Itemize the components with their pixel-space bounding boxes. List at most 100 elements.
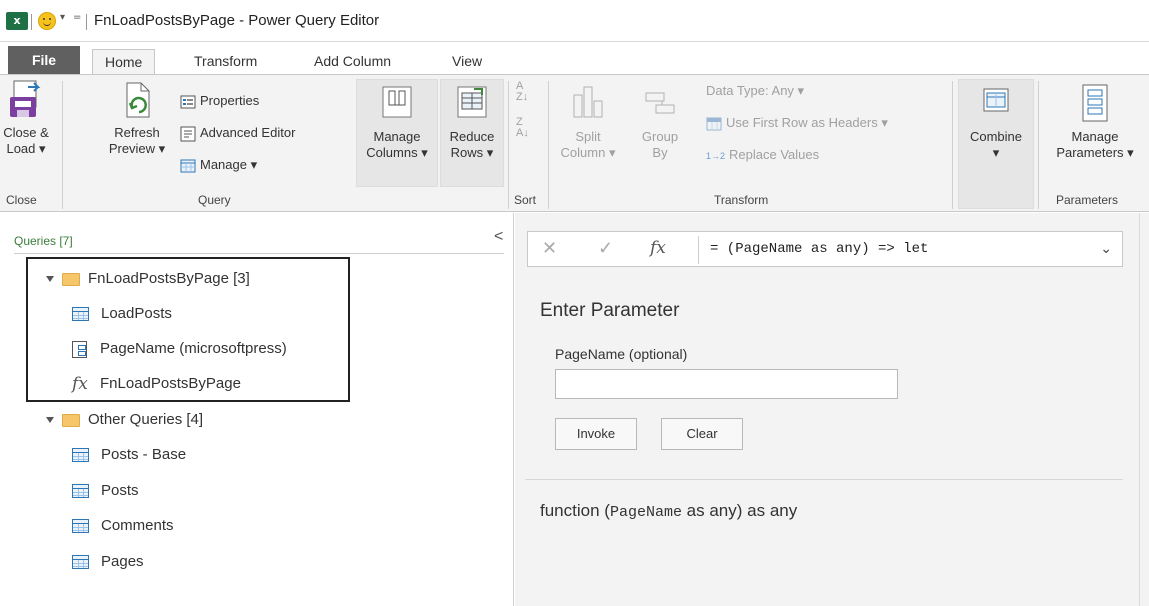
close-load-button[interactable]: Close & Load ▾ [0, 79, 52, 157]
tab-file[interactable]: File [8, 46, 80, 74]
properties-icon [180, 94, 196, 110]
table-icon [72, 484, 89, 499]
manage-parameters-icon [1077, 83, 1113, 123]
queries-header-divider [14, 253, 504, 254]
group-by-button[interactable]: Group By [632, 83, 688, 161]
group-label-query: Query [198, 193, 231, 207]
title-separator [31, 14, 32, 30]
group-label-transform: Transform [714, 193, 769, 207]
signature-param: PageName [609, 504, 682, 521]
close-load-icon [8, 79, 44, 119]
sort-descending-button[interactable]: Z A↓ [516, 117, 532, 143]
manage-parameters-label-2: Parameters ▾ [1056, 145, 1134, 160]
advanced-editor-label: Advanced Editor [200, 125, 296, 140]
tree-item-posts[interactable]: Posts [72, 478, 139, 504]
query-label: Comments [101, 517, 174, 534]
pagename-field-label: PageName (optional) [555, 346, 688, 362]
tab-home[interactable]: Home [92, 49, 156, 74]
data-type-dropdown[interactable]: Data Type: Any ▾ [706, 81, 804, 101]
group-label-parameters: Parameters [1056, 193, 1119, 207]
refresh-preview-button[interactable]: Refresh Preview ▾ [98, 79, 176, 157]
manage-parameters-label-1: Manage [1071, 129, 1119, 144]
formula-text[interactable]: = (PageName as any) => let [710, 241, 928, 257]
tree-item-pages[interactable]: Pages [72, 549, 144, 575]
collapse-pane-icon[interactable]: < [494, 228, 503, 246]
ribbon-tabs: File Home Transform Add Column View [0, 42, 1149, 74]
group-by-label-1: Group [641, 129, 679, 144]
table-icon [72, 448, 89, 463]
folder-icon [62, 413, 80, 427]
function-signature: function (PageName as any) as any [540, 501, 797, 521]
group-separator [508, 81, 509, 209]
table-icon [72, 555, 89, 570]
cancel-formula-icon[interactable]: ✕ [542, 238, 557, 259]
clear-button[interactable]: Clear [661, 418, 743, 450]
tab-add-column[interactable]: Add Column [302, 49, 403, 74]
replace-values-label: Replace Values [729, 147, 820, 162]
group-separator [62, 81, 63, 209]
replace-values-icon: 1→2 [706, 151, 726, 161]
reduce-rows-label-2: Rows ▾ [450, 145, 494, 160]
manage-columns-icon [379, 83, 415, 123]
sort-ascending-button[interactable]: A Z↓ [516, 81, 532, 107]
feedback-smiley-icon[interactable] [38, 12, 56, 30]
manage-button[interactable]: Manage ▾ [180, 155, 257, 175]
tree-item-comments[interactable]: Comments [72, 513, 174, 539]
pagename-input[interactable] [555, 369, 898, 399]
advanced-editor-button[interactable]: Advanced Editor [180, 123, 295, 143]
formula-bar: ✕ ✓ fx = (PageName as any) => let ⌄ [527, 231, 1123, 267]
advanced-editor-icon [180, 126, 196, 142]
invoke-button[interactable]: Invoke [555, 418, 637, 450]
combine-label-1: Combine [969, 129, 1023, 144]
sort-descending-icon: Z A↓ [516, 116, 529, 139]
combine-button[interactable]: Combine ▾ [958, 83, 1034, 161]
use-first-row-headers-button[interactable]: Use First Row as Headers ▾ [706, 113, 888, 133]
use-first-row-label: Use First Row as Headers ▾ [726, 115, 888, 130]
manage-columns-label-2: Columns ▾ [366, 145, 428, 160]
manage-label: Manage ▾ [200, 157, 258, 172]
tab-transform[interactable]: Transform [182, 49, 269, 74]
close-load-label-1: Close & [3, 125, 49, 140]
query-label: Pages [101, 553, 144, 570]
ribbon-home: Close & Load ▾ Close Refresh Preview ▾ P… [0, 74, 1149, 212]
expand-caret-icon[interactable] [46, 417, 54, 424]
split-column-label-1: Split [575, 129, 601, 144]
close-load-label-2: Load ▾ [6, 141, 46, 156]
combine-icon [978, 83, 1014, 123]
reduce-rows-label-1: Reduce [449, 129, 495, 144]
function-pane: ✕ ✓ fx = (PageName as any) => let ⌄ Ente… [515, 213, 1149, 606]
signature-prefix: function ( [540, 501, 610, 520]
replace-values-button[interactable]: 1→2 Replace Values [706, 145, 819, 165]
reduce-rows-button[interactable]: Reduce Rows ▾ [440, 83, 504, 161]
manage-columns-button[interactable]: Manage Columns ▾ [356, 83, 438, 161]
formula-separator [698, 236, 699, 264]
properties-button[interactable]: Properties [180, 91, 259, 111]
tree-item-posts-base[interactable]: Posts - Base [72, 442, 186, 468]
tree-folder-other-queries[interactable]: Other Queries [4] [46, 407, 203, 433]
group-separator [952, 81, 953, 209]
use-first-row-icon [706, 116, 722, 132]
sort-ascending-icon: A Z↓ [516, 80, 529, 103]
commit-formula-icon[interactable]: ✓ [598, 238, 613, 259]
data-type-label: Data Type: Any ▾ [706, 83, 805, 98]
split-column-button[interactable]: Split Column ▾ [560, 83, 616, 161]
group-label-close: Close [6, 193, 37, 207]
query-label: Posts [101, 482, 139, 499]
queries-header[interactable]: Queries [7] [14, 234, 73, 248]
title-bar: x ▾ = FnLoadPostsByPage - Power Query Ed… [0, 0, 1149, 42]
group-separator [548, 81, 549, 209]
group-by-label-2: By [652, 145, 668, 160]
split-column-icon [570, 83, 606, 123]
qat-customize-icon[interactable]: = [73, 12, 81, 23]
manage-parameters-button[interactable]: Manage Parameters ▾ [1044, 83, 1146, 161]
fx-icon[interactable]: fx [650, 238, 666, 258]
title-separator [86, 14, 87, 30]
formula-expand-icon[interactable]: ⌄ [1100, 240, 1112, 257]
enter-parameter-title: Enter Parameter [540, 300, 680, 321]
window-title: FnLoadPostsByPage - Power Query Editor [94, 12, 380, 29]
folder-label: Other Queries [4] [88, 411, 204, 428]
manage-columns-label-1: Manage [373, 129, 421, 144]
qat-dropdown-icon[interactable]: ▾ [60, 12, 65, 23]
scroll-edge [1139, 213, 1140, 606]
tab-view[interactable]: View [440, 49, 494, 74]
